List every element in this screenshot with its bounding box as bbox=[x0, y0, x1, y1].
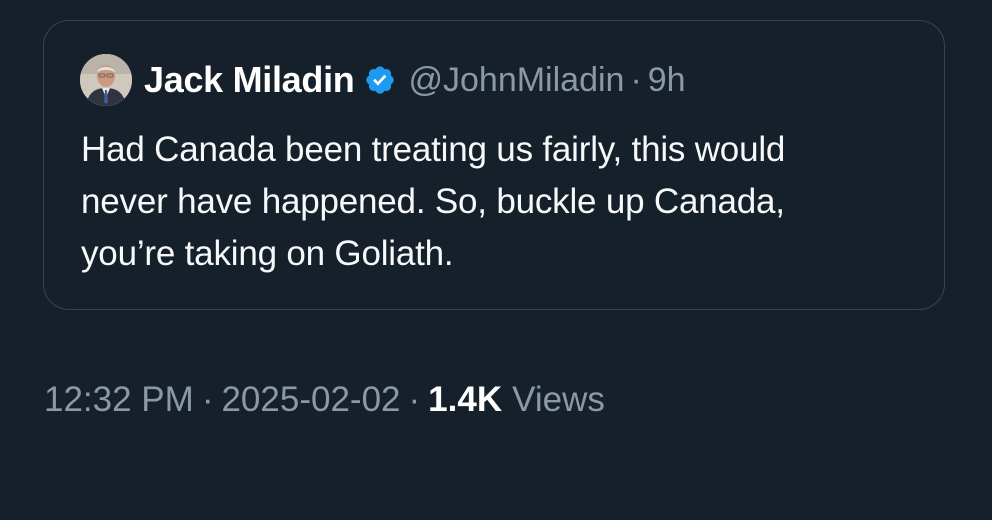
quoted-tweet-card[interactable]: Jack Miladin @JohnMiladin · 9h Had Canad… bbox=[43, 20, 945, 310]
author-name[interactable]: Jack Miladin bbox=[144, 59, 355, 101]
quoted-tweet-time[interactable]: 9h bbox=[648, 61, 686, 100]
meta-separator: · bbox=[201, 380, 214, 419]
meta-separator: · bbox=[408, 380, 421, 419]
quoted-tweet-text: Had Canada been treating us fairly, this… bbox=[81, 124, 931, 280]
tweet-detail-view: Jack Miladin @JohnMiladin · 9h Had Canad… bbox=[0, 0, 992, 520]
tweet-date[interactable]: 2025-02-02 bbox=[221, 380, 400, 420]
tweet-meta-row: 12:32 PM · 2025-02-02 · 1.4K Views bbox=[44, 378, 605, 422]
tweet-time[interactable]: 12:32 PM bbox=[44, 380, 194, 420]
quoted-tweet-text-line: you’re taking on Goliath. bbox=[81, 234, 454, 273]
author-avatar[interactable] bbox=[80, 54, 132, 106]
header-separator: · bbox=[630, 60, 642, 99]
quoted-tweet-text-line: never have happened. So, buckle up Canad… bbox=[81, 182, 785, 221]
author-handle[interactable]: @JohnMiladin bbox=[408, 61, 624, 100]
quoted-tweet-header: Jack Miladin @JohnMiladin · 9h bbox=[80, 52, 686, 108]
views-label[interactable]: Views bbox=[512, 380, 605, 420]
views-count[interactable]: 1.4K bbox=[428, 380, 502, 420]
avatar-photo-icon bbox=[80, 54, 132, 106]
verified-badge-icon bbox=[364, 64, 396, 96]
quoted-tweet-text-line: Had Canada been treating us fairly, this… bbox=[81, 130, 786, 169]
